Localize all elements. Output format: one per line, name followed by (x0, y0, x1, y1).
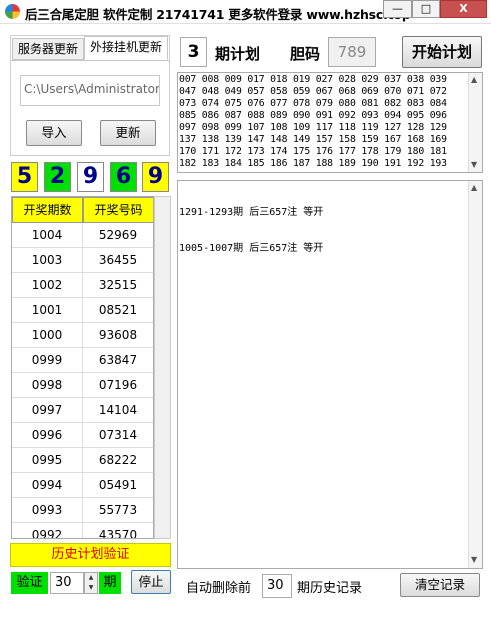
path-input[interactable]: C:\Users\Administrator\ (20, 75, 160, 106)
period-cell: 1004 (12, 223, 83, 248)
table-row[interactable]: 0998 07196 (12, 373, 153, 398)
danma-label: 胆码 (290, 45, 321, 63)
draw-digit-3: 9 (77, 162, 104, 192)
plan-period-input[interactable]: 3 (180, 37, 207, 67)
number-cell: 43570 (83, 523, 153, 538)
auto-delete-prefix: 自动删除前 (186, 581, 252, 596)
period-cell: 1003 (12, 248, 83, 273)
period-cell: 0998 (12, 373, 83, 398)
import-button[interactable]: 导入 (26, 120, 82, 146)
number-cell: 07196 (83, 373, 153, 398)
table-row[interactable]: 1003 36455 (12, 248, 153, 273)
result-line: 1291-1293期 后三657注 等开 (179, 207, 324, 218)
number-cell: 36455 (83, 248, 153, 273)
stop-button[interactable]: 停止 (131, 570, 171, 594)
update-button[interactable]: 更新 (100, 120, 156, 146)
period-cell: 1002 (12, 273, 83, 298)
plan-numbers-textarea[interactable]: 007 008 009 017 018 019 027 028 029 037 … (177, 72, 483, 173)
period-cell: 1001 (12, 298, 83, 323)
verify-count-stepper[interactable]: ▲ ▼ (84, 572, 98, 594)
plan-period-label: 期计划 (215, 45, 261, 63)
table-row[interactable]: 0997 14104 (12, 398, 153, 423)
period-cell: 0994 (12, 473, 83, 498)
verify-label: 验证 (11, 572, 48, 594)
table-row[interactable]: 1004 52969 (12, 223, 153, 248)
tab-server-update[interactable]: 服务器更新 (12, 38, 84, 60)
app-logo-icon (5, 4, 20, 19)
tab-external-update[interactable]: 外接挂机更新 (84, 36, 168, 60)
period-cell: 0993 (12, 498, 83, 523)
number-cell: 63847 (83, 348, 153, 373)
draw-digit-5: 9 (142, 162, 169, 192)
table-row[interactable]: 0992 43570 (12, 523, 153, 538)
scroll-down-icon[interactable]: ▼ (471, 555, 477, 564)
auto-delete-suffix: 期历史记录 (297, 581, 363, 596)
result-line: 1005-1007期 后三657注 等开 (179, 243, 324, 254)
number-cell: 07314 (83, 423, 153, 448)
table-row[interactable]: 1001 08521 (12, 298, 153, 323)
results-scrollbar[interactable]: ▲ ▼ (468, 181, 482, 568)
number-cell: 68222 (83, 448, 153, 473)
scroll-up-icon[interactable]: ▲ (471, 183, 477, 192)
start-plan-button[interactable]: 开始计划 (402, 36, 482, 68)
verify-count-input[interactable]: 30 (50, 572, 84, 594)
plan-numbers-text: 007 008 009 017 018 019 027 028 029 037 … (179, 74, 447, 169)
scroll-down-icon[interactable]: ▼ (471, 160, 477, 169)
table-row[interactable]: 0993 55773 (12, 498, 153, 523)
period-cell: 0997 (12, 398, 83, 423)
number-cell: 93608 (83, 323, 153, 348)
period-cell: 0995 (12, 448, 83, 473)
draw-history-table: 开奖期数 开奖号码 1004 52969 1003 36455 1002 32515 100… (11, 196, 154, 539)
column-header-number: 开奖号码 (83, 197, 153, 223)
period-cell: 0999 (12, 348, 83, 373)
number-cell: 05491 (83, 473, 153, 498)
number-cell: 55773 (83, 498, 153, 523)
title-bar: 后三合尾定胆 软件定制 21741741 更多软件登录 www.hzhsc.to… (0, 0, 491, 24)
column-header-period: 开奖期数 (12, 197, 83, 223)
numbers-scrollbar[interactable]: ▲ ▼ (468, 73, 482, 172)
history-plan-verify-button[interactable]: 历史计划验证 (10, 543, 171, 567)
minimize-button[interactable]: — (383, 0, 412, 18)
table-row[interactable]: 1002 32515 (12, 273, 153, 298)
period-cell: 1000 (12, 323, 83, 348)
table-row[interactable]: 0994 05491 (12, 473, 153, 498)
window-title: 后三合尾定胆 软件定制 21741741 更多软件登录 www.hzhsc.to… (25, 7, 411, 22)
draw-digit-1: 5 (11, 162, 38, 192)
danma-field[interactable]: 789 (328, 37, 376, 67)
scroll-up-icon[interactable]: ▲ (471, 75, 477, 84)
table-scrollbar[interactable] (154, 196, 171, 539)
number-cell: 08521 (83, 298, 153, 323)
number-cell: 52969 (83, 223, 153, 248)
number-cell: 14104 (83, 398, 153, 423)
period-cell: 0996 (12, 423, 83, 448)
table-row[interactable]: 1000 93608 (12, 323, 153, 348)
table-header: 开奖期数 开奖号码 (12, 197, 153, 223)
table-row[interactable]: 0996 07314 (12, 423, 153, 448)
maximize-button[interactable]: □ (412, 0, 440, 18)
results-log: 1291-1293期 后三657注 等开 1005-1007期 后三657注 等… (179, 183, 323, 279)
close-button[interactable]: X (440, 0, 487, 18)
table-row[interactable]: 0995 68222 (12, 448, 153, 473)
draw-digit-4: 6 (110, 162, 137, 192)
auto-delete-count-input[interactable]: 30 (262, 574, 292, 598)
verify-unit-label: 期 (99, 572, 121, 594)
table-row[interactable]: 0999 63847 (12, 348, 153, 373)
draw-digit-2: 2 (44, 162, 71, 192)
clear-records-button[interactable]: 清空记录 (400, 573, 480, 597)
number-cell: 32515 (83, 273, 153, 298)
period-cell: 0992 (12, 523, 83, 538)
plan-results-textarea[interactable]: 1291-1293期 后三657注 等开 1005-1007期 后三657注 等… (177, 180, 483, 569)
